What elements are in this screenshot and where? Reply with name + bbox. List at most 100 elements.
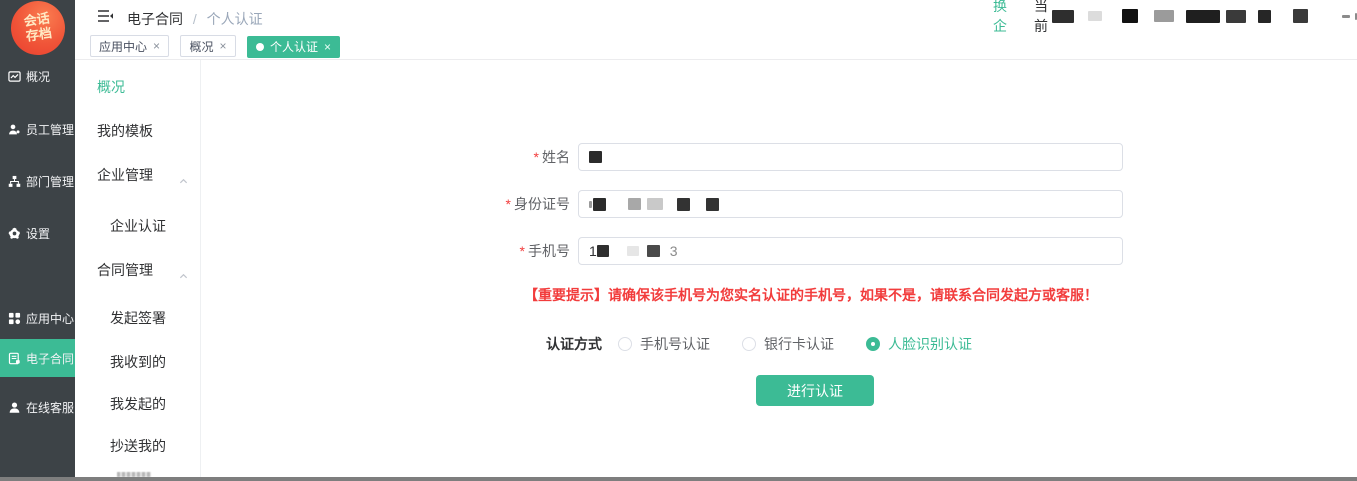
redacted-block bbox=[1088, 11, 1102, 21]
redacted-block bbox=[1226, 10, 1246, 23]
redacted-block bbox=[1186, 10, 1220, 23]
breadcrumb: 电子合同 / 个人认证 bbox=[127, 9, 263, 29]
app-logo-text: 会话存档 bbox=[23, 11, 53, 44]
redacted-company-name bbox=[1050, 9, 1357, 23]
id-number-field-label: *身份证号 bbox=[446, 194, 578, 214]
redacted-value-block bbox=[593, 198, 606, 211]
sidebar-item-label: 员工管理 bbox=[26, 121, 74, 138]
tab-personal-auth[interactable]: 个人认证 × bbox=[247, 36, 340, 58]
sidebar-item-label: 概况 bbox=[26, 68, 50, 85]
sidebar-item-departments[interactable]: 部门管理 bbox=[0, 162, 75, 200]
form-row-name: *姓名 bbox=[446, 143, 1123, 171]
redacted-value-block bbox=[647, 198, 663, 210]
important-notice-text: 【重要提示】请确保该手机号为您实名认证的手机号，如果不是，请联系合同发起方或客服… bbox=[511, 285, 1111, 305]
tab-app-center[interactable]: 应用中心 × bbox=[90, 35, 169, 57]
name-field-label: *姓名 bbox=[446, 147, 578, 167]
proceed-auth-button[interactable]: 进行认证 bbox=[756, 375, 874, 406]
redacted-value-block bbox=[706, 198, 719, 211]
redacted-block bbox=[1154, 10, 1174, 22]
contract-icon bbox=[8, 352, 21, 365]
redacted-block bbox=[1258, 10, 1271, 23]
redacted-value-block bbox=[589, 151, 602, 163]
tab-overview[interactable]: 概况 × bbox=[180, 35, 235, 57]
sidebar-item-online-support[interactable]: 在线客服 bbox=[0, 388, 75, 426]
horizontal-scrollbar[interactable] bbox=[0, 477, 1357, 481]
app-logo[interactable]: 会话存档 bbox=[8, 0, 69, 58]
radio-face-recognition-auth[interactable]: 人脸识别认证 bbox=[866, 334, 972, 354]
radio-checked-icon[interactable] bbox=[866, 337, 880, 351]
redacted-mark bbox=[589, 201, 592, 208]
menu-item-my-templates[interactable]: 我的模板 bbox=[75, 121, 200, 141]
sidebar-item-settings[interactable]: 设置 bbox=[0, 214, 75, 252]
departments-icon bbox=[8, 175, 21, 188]
close-icon[interactable]: × bbox=[153, 40, 160, 52]
sidebar-item-overview[interactable]: 概况 bbox=[0, 57, 75, 95]
breadcrumb-root[interactable]: 电子合同 bbox=[127, 11, 183, 27]
main-area: 电子合同 / 个人认证 切换企业 当前 bbox=[75, 0, 1357, 481]
menu-group-contract-management[interactable]: 合同管理 bbox=[75, 260, 200, 280]
radio-unchecked-icon[interactable] bbox=[618, 337, 632, 351]
close-icon[interactable]: × bbox=[220, 40, 227, 52]
menu-item-overview[interactable]: 概况 bbox=[75, 77, 200, 97]
required-asterisk: * bbox=[534, 149, 539, 165]
form-row-phone: *手机号 1 3 bbox=[446, 237, 1123, 265]
menu-item-company-auth[interactable]: 企业认证 bbox=[75, 216, 200, 236]
apps-grid-icon bbox=[8, 312, 21, 325]
menu-group-company-management[interactable]: 企业管理 bbox=[75, 165, 200, 185]
redacted-value-block bbox=[597, 245, 609, 257]
redacted-block bbox=[1052, 10, 1074, 23]
form-row-id-number: *身份证号 bbox=[446, 190, 1123, 218]
sidebar-item-label: 部门管理 bbox=[26, 173, 74, 190]
menu-item-initiate-signing[interactable]: 发起签署 bbox=[75, 308, 200, 328]
phone-visible-prefix: 1 bbox=[589, 243, 597, 259]
chevron-up-icon bbox=[179, 171, 188, 180]
secondary-sidebar: 概况 我的模板 企业管理 企业认证 合同管理 发起签署 我收到的 我发起的 抄送… bbox=[75, 60, 201, 477]
redacted-block bbox=[1122, 9, 1138, 23]
required-asterisk: * bbox=[520, 243, 525, 259]
redacted-block bbox=[1293, 9, 1308, 23]
radio-phone-auth[interactable]: 手机号认证 bbox=[618, 334, 710, 354]
sidebar-item-e-contract[interactable]: 电子合同 bbox=[0, 339, 75, 377]
employees-icon bbox=[8, 123, 21, 136]
app-window: 会话存档 概况 员工管理 部门管理 设置 bbox=[0, 0, 1357, 481]
sidebar-fold-icon[interactable] bbox=[97, 9, 114, 23]
current-company-prefix: 当前 bbox=[1034, 0, 1048, 36]
breadcrumb-separator: / bbox=[193, 11, 197, 27]
breadcrumb-current: 个人认证 bbox=[207, 11, 263, 27]
menu-item-initiated-by-me[interactable]: 我发起的 bbox=[75, 394, 200, 414]
redacted-mark bbox=[1342, 15, 1350, 18]
tab-label: 应用中心 bbox=[99, 38, 147, 55]
sidebar-item-label: 在线客服 bbox=[26, 399, 74, 416]
top-header: 电子合同 / 个人认证 切换企业 当前 bbox=[75, 0, 1357, 32]
gear-icon bbox=[8, 227, 21, 240]
redacted-value-block bbox=[677, 198, 690, 211]
tab-label: 概况 bbox=[189, 38, 213, 55]
redacted-value-block bbox=[627, 246, 639, 256]
chart-icon bbox=[8, 70, 21, 83]
active-tab-dot-icon bbox=[256, 43, 264, 51]
menu-item-received[interactable]: 我收到的 bbox=[75, 352, 200, 372]
redacted-value-block bbox=[628, 198, 641, 210]
close-icon[interactable]: × bbox=[324, 41, 331, 53]
redacted-value-block bbox=[647, 245, 660, 257]
phone-field-label: *手机号 bbox=[446, 241, 578, 261]
radio-bank-card-auth[interactable]: 银行卡认证 bbox=[742, 334, 834, 354]
id-number-input[interactable] bbox=[578, 190, 1123, 218]
required-asterisk: * bbox=[506, 196, 511, 212]
phone-visible-suffix: 3 bbox=[670, 243, 678, 259]
auth-method-radio-group: 认证方式 手机号认证 银行卡认证 人脸识别认证 bbox=[546, 334, 1004, 354]
sidebar-item-label: 设置 bbox=[26, 225, 50, 242]
sidebar-item-employees[interactable]: 员工管理 bbox=[0, 110, 75, 148]
chevron-up-icon bbox=[179, 266, 188, 275]
sidebar-item-label: 电子合同 bbox=[26, 350, 74, 367]
name-input[interactable] bbox=[578, 143, 1123, 171]
sidebar-item-label: 应用中心 bbox=[26, 310, 74, 327]
primary-sidebar: 会话存档 概况 员工管理 部门管理 设置 bbox=[0, 0, 75, 481]
tab-label: 个人认证 bbox=[270, 38, 318, 55]
header-right: 切换企业 当前 bbox=[993, 0, 1357, 32]
customer-service-icon bbox=[8, 401, 21, 414]
sidebar-item-app-center[interactable]: 应用中心 bbox=[0, 299, 75, 337]
phone-input[interactable]: 1 3 bbox=[578, 237, 1123, 265]
menu-item-cc-to-me[interactable]: 抄送我的 bbox=[75, 436, 200, 456]
radio-unchecked-icon[interactable] bbox=[742, 337, 756, 351]
